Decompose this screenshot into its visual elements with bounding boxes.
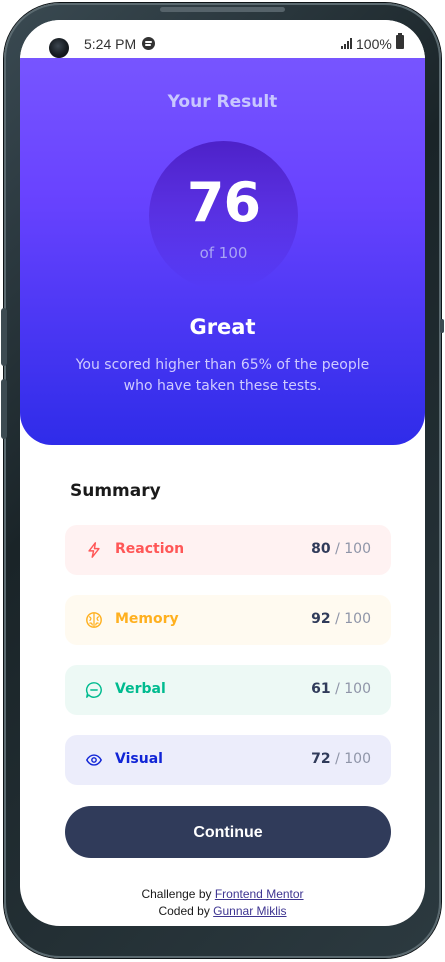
summary-label: Verbal [115, 681, 166, 697]
continue-button[interactable]: Continue [65, 806, 391, 858]
coded-credit: Coded by Gunnar Miklis [158, 904, 287, 918]
volume-down-button [1, 379, 7, 439]
battery-icon [396, 33, 404, 49]
summary-title: Summary [70, 481, 161, 501]
summary-label: Reaction [115, 541, 185, 557]
spotify-icon [142, 37, 155, 50]
front-camera [49, 38, 69, 58]
power-button [440, 319, 444, 333]
summary-label: Visual [115, 751, 163, 767]
result-heading: Your Result [167, 92, 278, 112]
score-max: of 100 [199, 244, 248, 262]
battery-percentage: 100% [356, 36, 392, 52]
eye-icon [86, 754, 102, 766]
score-circle: 76 of 100 [149, 141, 298, 290]
speaker-grille [160, 7, 285, 12]
screen: 5:24 PM 100% Your Result 76 of 100 Great… [20, 20, 425, 926]
summary-row-verbal: Verbal 61 / 100 [65, 665, 391, 715]
signal-icon [341, 38, 353, 49]
brain-icon [86, 612, 102, 628]
summary-score: 92 / 100 [311, 611, 371, 627]
status-time: 5:24 PM [84, 36, 137, 52]
summary-row-memory: Memory 92 / 100 [65, 595, 391, 645]
summary-score: 80 / 100 [311, 541, 371, 557]
summary-score: 72 / 100 [311, 751, 371, 767]
lightning-icon [88, 542, 100, 558]
summary-row-reaction: Reaction 80 / 100 [65, 525, 391, 575]
volume-up-button [1, 308, 7, 366]
chat-icon [85, 682, 102, 698]
challenge-credit: Challenge by Frontend Mentor [141, 887, 304, 901]
score-value: 76 [186, 171, 261, 234]
summary-label: Memory [115, 611, 179, 627]
phone-frame: 5:24 PM 100% Your Result 76 of 100 Great… [1, 3, 444, 958]
result-card: Your Result 76 of 100 Great You scored h… [20, 58, 425, 445]
summary-score: 61 / 100 [311, 681, 371, 697]
rating-title: Great [189, 315, 256, 339]
author-link[interactable]: Gunnar Miklis [213, 904, 286, 918]
rating-description: You scored higher than 65% of the people… [75, 357, 370, 394]
attribution: Challenge by Frontend Mentor Coded by Gu… [20, 886, 425, 920]
status-bar: 5:24 PM 100% [20, 20, 425, 58]
summary-row-visual: Visual 72 / 100 [65, 735, 391, 785]
frontend-mentor-link[interactable]: Frontend Mentor [215, 887, 304, 901]
